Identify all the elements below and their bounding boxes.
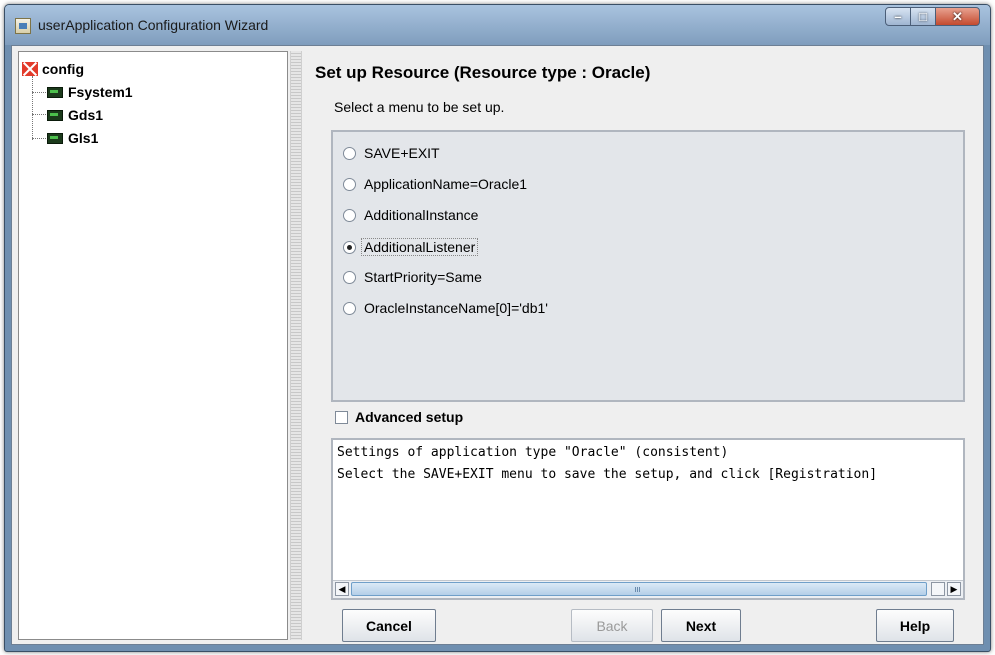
arrow-right-icon: ▶ [950, 583, 958, 594]
back-button[interactable]: Back [571, 609, 653, 642]
radio-button[interactable] [343, 177, 356, 191]
scroll-thumb[interactable] [351, 582, 927, 596]
java-app-icon [15, 18, 31, 34]
tree-item-gds1[interactable]: Gds1 [47, 107, 103, 123]
resource-icon [47, 132, 63, 144]
menu-option-list: SAVE+EXIT ApplicationName=Oracle1 Additi… [331, 130, 965, 402]
resource-icon [47, 109, 63, 121]
radio-button-selected[interactable] [343, 240, 356, 254]
tree-item-label: Gds1 [68, 107, 104, 123]
menu-option-application-name[interactable]: ApplicationName=Oracle1 [343, 176, 527, 192]
next-button[interactable]: Next [661, 609, 741, 642]
message-line: Settings of application type "Oracle" (c… [337, 445, 729, 460]
tree-item-label: config [42, 61, 84, 77]
page-title: Set up Resource (Resource type : Oracle) [315, 63, 651, 82]
message-area[interactable]: Settings of application type "Oracle" (c… [331, 438, 965, 600]
close-icon: ✕ [952, 8, 963, 24]
config-root-icon [22, 62, 38, 76]
tree-item-config[interactable]: config [22, 61, 84, 77]
radio-button[interactable] [343, 146, 356, 160]
menu-option-additional-instance[interactable]: AdditionalInstance [343, 207, 478, 223]
window-title: userApplication Configuration Wizard [38, 17, 269, 33]
resource-tree: config Fsystem1 Gds1 Gls1 [18, 51, 288, 640]
tree-item-label: Gls1 [68, 130, 99, 146]
close-button[interactable]: ✕ [935, 7, 980, 26]
tree-connector [32, 76, 33, 140]
scroll-left-button[interactable]: ◀ [335, 582, 349, 596]
split-pane-divider[interactable] [290, 51, 302, 640]
menu-option-start-priority[interactable]: StartPriority=Same [343, 269, 482, 285]
help-button[interactable]: Help [876, 609, 954, 642]
advanced-setup-label: Advanced setup [355, 409, 464, 425]
checkbox-box[interactable] [335, 410, 348, 424]
wizard-content: config Fsystem1 Gds1 Gls1 Set up Resourc… [11, 45, 984, 645]
menu-option-save-exit[interactable]: SAVE+EXIT [343, 145, 440, 161]
tree-item-fsystem1[interactable]: Fsystem1 [47, 84, 133, 100]
maximize-icon: □ [919, 9, 927, 24]
advanced-setup-checkbox[interactable]: Advanced setup [335, 409, 463, 425]
radio-button[interactable] [343, 270, 356, 284]
minimize-button[interactable]: – [885, 7, 911, 26]
tree-connector [32, 92, 46, 93]
minimize-icon: – [894, 9, 902, 24]
cancel-button[interactable]: Cancel [342, 609, 436, 642]
arrow-left-icon: ◀ [338, 583, 346, 594]
menu-option-label: OracleInstanceName[0]='db1' [364, 300, 548, 316]
tree-item-gls1[interactable]: Gls1 [47, 130, 98, 146]
menu-option-label: AdditionalInstance [364, 207, 479, 223]
menu-option-oracle-instance-name[interactable]: OracleInstanceName[0]='db1' [343, 300, 548, 316]
maximize-button[interactable]: □ [910, 7, 936, 26]
resource-icon [47, 86, 63, 98]
menu-option-label: AdditionalListener [361, 238, 479, 256]
tree-connector [32, 138, 46, 139]
scroll-right-button[interactable]: ▶ [947, 582, 961, 596]
tree-item-label: Fsystem1 [68, 84, 133, 100]
scroll-track-end[interactable] [931, 582, 945, 596]
menu-option-label: StartPriority=Same [364, 269, 482, 285]
page-instruction: Select a menu to be set up. [334, 99, 505, 115]
wizard-window: userApplication Configuration Wizard – □… [4, 4, 991, 652]
message-line: Select the SAVE+EXIT menu to save the se… [337, 467, 878, 482]
radio-button[interactable] [343, 301, 356, 315]
tree-connector [32, 114, 46, 115]
window-controls: – □ ✕ [885, 7, 980, 27]
menu-option-label: ApplicationName=Oracle1 [364, 176, 528, 192]
menu-option-label: SAVE+EXIT [364, 145, 440, 161]
horizontal-scrollbar[interactable]: ◀ ▶ [333, 580, 963, 598]
menu-option-additional-listener[interactable]: AdditionalListener [343, 238, 479, 256]
title-bar[interactable]: userApplication Configuration Wizard – □… [5, 5, 990, 45]
radio-button[interactable] [343, 208, 356, 222]
